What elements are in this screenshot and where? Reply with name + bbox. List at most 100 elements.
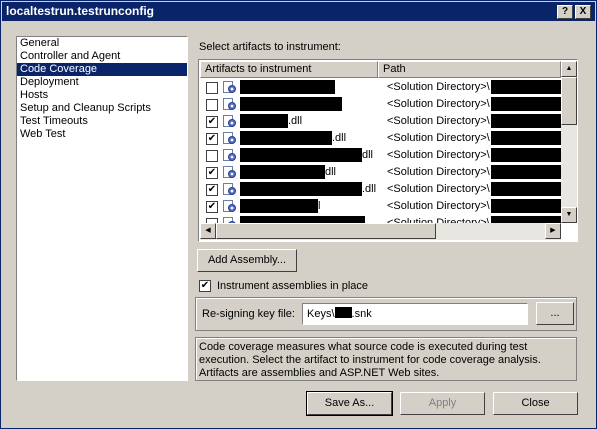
table-row[interactable]: dll <Solution Directory>\ bbox=[200, 147, 561, 164]
scroll-down-button[interactable]: ▼ bbox=[561, 207, 577, 223]
table-row[interactable]: <Solution Directory>\ bbox=[200, 79, 561, 96]
redacted-artifact-name bbox=[240, 80, 335, 94]
artifact-path: <Solution Directory>\ bbox=[387, 115, 490, 127]
category-item[interactable]: Deployment bbox=[17, 76, 187, 89]
redacted-artifact-name bbox=[240, 199, 318, 213]
table-row[interactable]: ✔ .dll <Solution Directory>\ bbox=[200, 130, 561, 147]
browse-button[interactable]: ... bbox=[536, 302, 574, 325]
dialog-window: localtestrun.testrunconfig ? X General Co… bbox=[0, 0, 597, 429]
artifact-checkbox[interactable]: ✔ bbox=[206, 184, 218, 196]
table-row[interactable]: ✔ l <Solution Directory>\ bbox=[200, 198, 561, 215]
add-assembly-button[interactable]: Add Assembly... bbox=[197, 249, 297, 272]
category-item[interactable]: Code Coverage bbox=[17, 63, 187, 76]
resign-key-field[interactable]: Keys\ .snk bbox=[302, 303, 528, 325]
grid-header: Artifacts to instrument Path bbox=[200, 61, 561, 78]
artifact-path: <Solution Directory>\ bbox=[387, 166, 490, 178]
redacted-path bbox=[491, 131, 561, 145]
redacted-path bbox=[491, 216, 561, 223]
close-window-button[interactable]: X bbox=[575, 5, 591, 19]
horizontal-scrollbar[interactable]: ◀ ▶ bbox=[200, 223, 561, 240]
artifact-path: <Solution Directory>\ bbox=[387, 149, 490, 161]
artifact-checkbox[interactable] bbox=[206, 99, 218, 111]
artifacts-grid[interactable]: Artifacts to instrument Path <Solution D… bbox=[198, 59, 578, 242]
redacted-artifact-name bbox=[240, 131, 332, 145]
instrument-in-place-checkbox[interactable]: ✔ bbox=[199, 280, 211, 292]
save-as-button[interactable]: Save As... bbox=[306, 391, 393, 416]
resign-label: Re-signing key file: bbox=[202, 308, 295, 320]
category-item[interactable]: Test Timeouts bbox=[17, 115, 187, 128]
help-button[interactable]: ? bbox=[557, 5, 573, 19]
artifact-checkbox[interactable]: ✔ bbox=[206, 201, 218, 213]
description-text: Code coverage measures what source code … bbox=[199, 341, 541, 379]
artifact-name-suffix: .dll bbox=[288, 115, 303, 127]
category-item[interactable]: Hosts bbox=[17, 89, 187, 102]
artifact-name-suffix: .dll bbox=[362, 183, 377, 195]
column-path[interactable]: Path bbox=[378, 61, 561, 78]
artifact-path: <Solution Directory>\ bbox=[387, 81, 490, 93]
artifact-path: <Solution Directory>\ bbox=[387, 183, 490, 195]
window-title: localtestrun.testrunconfig bbox=[6, 4, 155, 18]
assembly-icon bbox=[223, 200, 236, 212]
artifacts-heading: Select artifacts to instrument: bbox=[199, 41, 341, 53]
add-assembly-label: Add Assembly... bbox=[207, 254, 287, 266]
redacted-artifact-name bbox=[240, 97, 342, 111]
artifact-checkbox[interactable] bbox=[206, 82, 218, 94]
redacted-path bbox=[491, 80, 561, 94]
redacted-path bbox=[491, 148, 561, 162]
artifact-path: <Solution Directory>\ bbox=[387, 98, 490, 110]
assembly-icon bbox=[223, 132, 236, 144]
close-button[interactable]: Close bbox=[493, 392, 578, 415]
scroll-right-button[interactable]: ▶ bbox=[545, 223, 561, 239]
redacted-artifact-name bbox=[240, 165, 325, 179]
apply-button[interactable]: Apply bbox=[400, 392, 485, 415]
close-label: Close bbox=[521, 397, 550, 409]
column-artifacts[interactable]: Artifacts to instrument bbox=[200, 61, 378, 78]
table-row[interactable]: ✔ .dll <Solution Directory>\ bbox=[200, 181, 561, 198]
instrument-in-place-label: Instrument assemblies in place bbox=[217, 280, 369, 292]
artifact-checkbox[interactable]: ✔ bbox=[206, 167, 218, 179]
artifact-name-suffix: dll bbox=[325, 166, 337, 178]
table-row[interactable]: ✔ dll <Solution Directory>\ bbox=[200, 164, 561, 181]
artifact-path: <Solution Directory>\ bbox=[387, 132, 490, 144]
artifact-rows: <Solution Directory>\ <Solution Directory… bbox=[200, 79, 561, 223]
save-as-label: Save As... bbox=[324, 397, 375, 409]
horizontal-scroll-thumb[interactable] bbox=[216, 223, 436, 239]
redacted-path bbox=[491, 165, 561, 179]
artifact-name-suffix: .dll bbox=[332, 132, 347, 144]
category-item[interactable]: Controller and Agent bbox=[17, 50, 187, 63]
redacted-artifact-name bbox=[240, 216, 365, 223]
assembly-icon bbox=[223, 98, 236, 110]
apply-label: Apply bbox=[428, 397, 457, 409]
redacted-text bbox=[334, 307, 352, 318]
artifact-checkbox[interactable]: ✔ bbox=[206, 116, 218, 128]
redacted-path bbox=[491, 97, 561, 111]
vertical-scrollbar[interactable]: ▲ ▼ bbox=[561, 61, 577, 223]
vertical-scroll-thumb[interactable] bbox=[561, 77, 577, 125]
resign-value-suffix: .snk bbox=[351, 308, 372, 320]
resign-value-prefix: Keys\ bbox=[307, 308, 335, 320]
category-item[interactable]: Setup and Cleanup Scripts bbox=[17, 102, 187, 115]
redacted-path bbox=[491, 114, 561, 128]
artifact-checkbox[interactable]: ✔ bbox=[206, 133, 218, 145]
category-item[interactable]: Web Test bbox=[17, 128, 187, 141]
redacted-artifact-name bbox=[240, 114, 288, 128]
category-list[interactable]: General Controller and Agent Code Coverage… bbox=[16, 36, 188, 381]
table-row[interactable]: ✔ .dll <Solution Directory>\ bbox=[200, 113, 561, 130]
scroll-up-button[interactable]: ▲ bbox=[561, 61, 577, 77]
redacted-artifact-name bbox=[240, 148, 362, 162]
category-item[interactable]: General bbox=[17, 37, 187, 50]
artifact-path: <Solution Directory>\ bbox=[387, 200, 490, 212]
redacted-artifact-name bbox=[240, 182, 362, 196]
artifact-name-suffix: l bbox=[318, 200, 321, 212]
scroll-left-button[interactable]: ◀ bbox=[200, 223, 216, 239]
table-row[interactable]: <Solution Directory>\ bbox=[200, 96, 561, 113]
redacted-path bbox=[491, 182, 561, 196]
assembly-icon bbox=[223, 81, 236, 93]
table-row[interactable]: <Solution Directory>\ bbox=[200, 215, 561, 223]
artifact-checkbox[interactable] bbox=[206, 150, 218, 162]
assembly-icon bbox=[223, 115, 236, 127]
assembly-icon bbox=[223, 149, 236, 161]
redacted-path bbox=[491, 199, 561, 213]
title-bar: localtestrun.testrunconfig ? X bbox=[2, 2, 595, 21]
artifact-name-suffix: dll bbox=[362, 149, 374, 161]
